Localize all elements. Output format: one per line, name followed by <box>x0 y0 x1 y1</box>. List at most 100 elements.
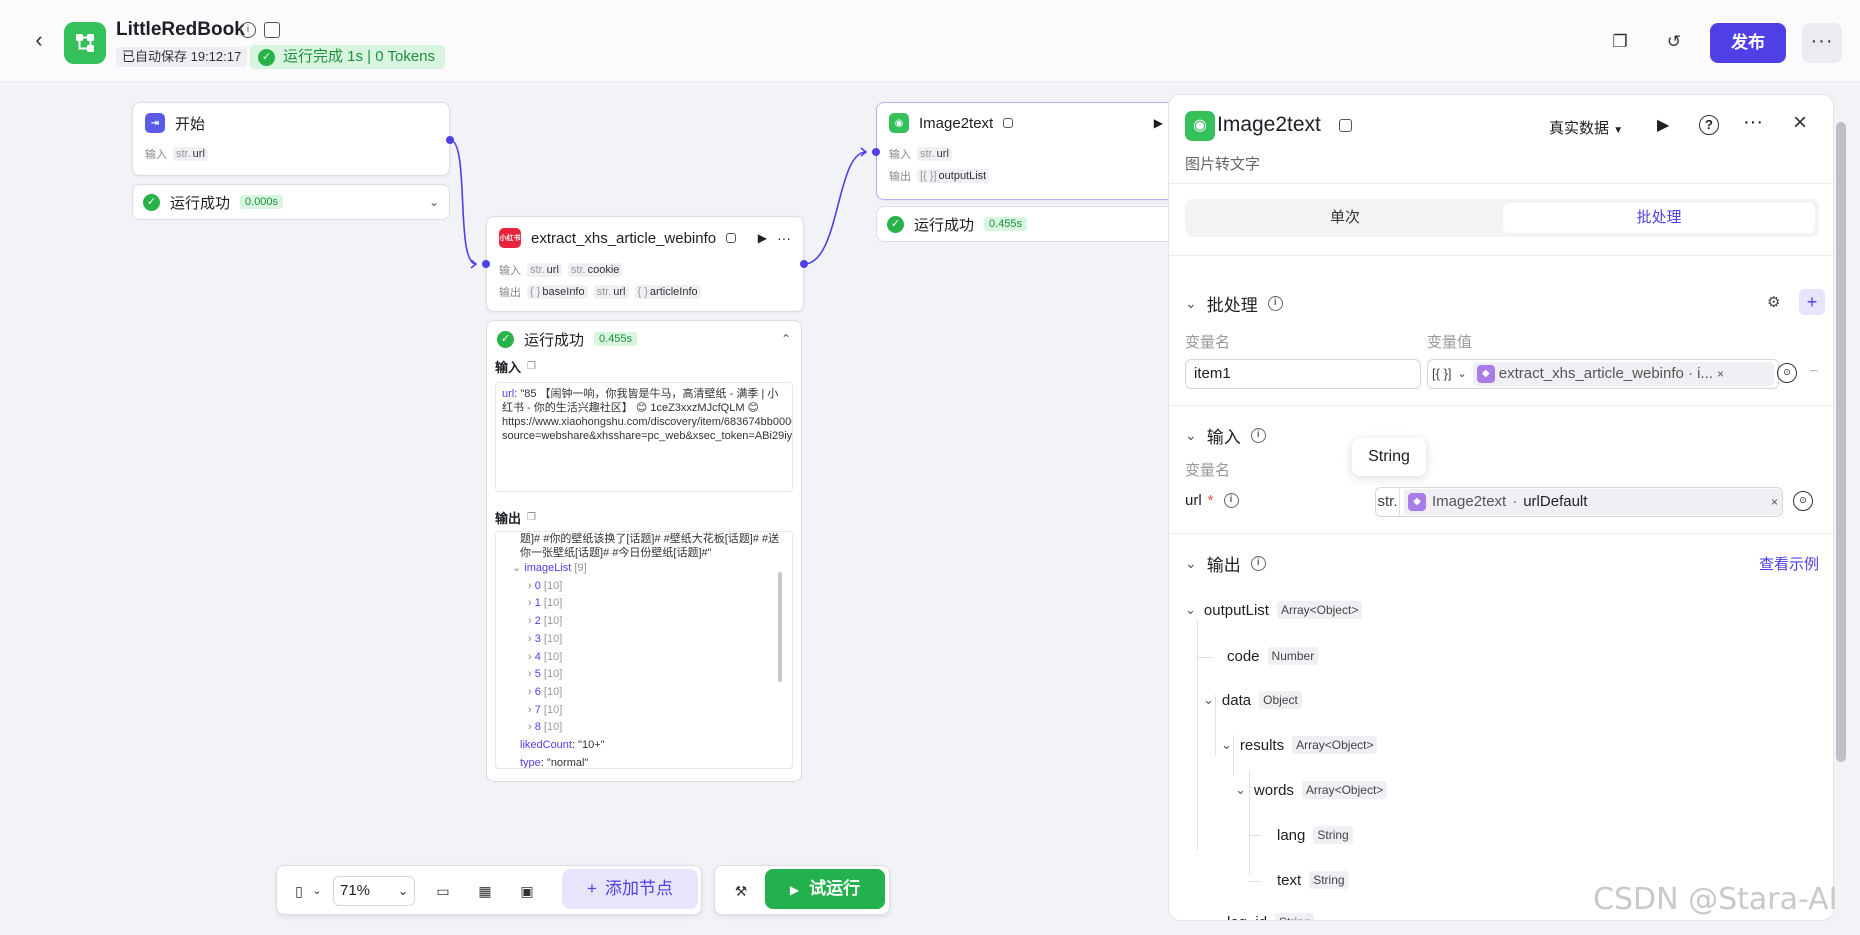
output-port[interactable] <box>800 260 808 268</box>
input-section-header[interactable]: ⌄ 输入 i <box>1185 423 1266 448</box>
batch-section-header[interactable]: ⌄ 批处理 i <box>1185 291 1283 316</box>
test-run-button[interactable]: ▶ 试运行 <box>765 869 885 909</box>
chevron-down-icon[interactable]: ⌄ <box>1221 737 1232 753</box>
status-time: 0.000s <box>240 195 284 209</box>
layout-grid-icon[interactable]: ▦ <box>475 881 495 901</box>
ref-var: urlDefault <box>1523 493 1588 510</box>
chevron-down-icon[interactable]: ⌄ <box>1458 360 1467 388</box>
help-icon[interactable]: ? <box>1699 115 1719 135</box>
section-title: 输入 <box>1206 428 1241 447</box>
section-title: 批处理 <box>1206 296 1258 315</box>
chevron-down-icon[interactable]: ⌄ <box>1185 602 1196 618</box>
status-time: 0.455s <box>594 332 638 346</box>
url-value-input[interactable]: str. ◆ Image2text · urlDefault × <box>1375 487 1783 517</box>
output-name: words <box>1253 781 1294 799</box>
image-list-item[interactable]: › 7 [10] <box>502 702 786 720</box>
image-list-item[interactable]: › 3 [10] <box>502 631 786 649</box>
image-list-item[interactable]: › 1 [10] <box>502 595 786 613</box>
chevron-down-icon[interactable]: ⌄ <box>1235 782 1246 798</box>
chevron-down-icon[interactable]: ⌄ <box>429 195 439 209</box>
output-item-data[interactable]: ⌄ data Object <box>1203 691 1302 709</box>
var-value-label: 变量值 <box>1427 334 1473 351</box>
tab-batch[interactable]: 批处理 <box>1503 203 1815 233</box>
input-json[interactable]: url: "85 【闹钟一响，你我皆是牛马，高清壁纸 - 满季 | 小红书 - … <box>495 382 793 492</box>
input-port[interactable] <box>482 260 490 268</box>
minimap-icon[interactable]: ▣ <box>517 881 537 901</box>
extract-run-result: ✓ 运行成功 0.455s ⌃ 输入 ❐ url: "85 【闹钟一响，你我皆是… <box>486 320 802 782</box>
image-list-item[interactable]: › 5 [10] <box>502 666 786 684</box>
start-node[interactable]: ⇥ 开始 输入 str. url <box>132 102 450 176</box>
settings-icon[interactable]: ⚙ <box>1767 293 1780 311</box>
output-item-outputList[interactable]: ⌄ outputList Array<Object> <box>1185 601 1363 619</box>
output-type: String <box>1275 913 1315 920</box>
variable-picker-icon[interactable]: ⊙ <box>1777 363 1797 383</box>
image-list-item[interactable]: › 0 [10] <box>502 578 786 596</box>
output-name: results <box>1239 736 1285 754</box>
input-port[interactable] <box>872 148 880 156</box>
batch-var-name-input[interactable]: item1 <box>1185 359 1421 389</box>
remove-icon[interactable]: − <box>1809 363 1818 381</box>
image2text-icon: ◉ <box>889 113 909 133</box>
output-item-words[interactable]: ⌄ words Array<Object> <box>1235 781 1388 799</box>
json-key[interactable]: imageList <box>524 562 571 574</box>
comment-icon[interactable]: ▭ <box>433 881 453 901</box>
param-type: [{ }] <box>920 170 937 182</box>
image2text-node[interactable]: ◉ Image2text ▶ 输入 str. url 输出 [{ }] output… <box>876 102 1176 200</box>
play-icon[interactable]: ▶ <box>758 231 767 245</box>
image-list-item[interactable]: › 6 [10] <box>502 684 786 702</box>
output-json[interactable]: 题]# #你的壁纸该换了[话题]# #壁纸大花板[话题]# #送你一张壁纸[话题… <box>495 531 793 769</box>
field-name: url <box>1185 492 1202 509</box>
clear-icon[interactable]: × <box>1771 488 1778 516</box>
zoom-select[interactable]: 71% ⌄ <box>333 876 415 906</box>
info-icon[interactable]: i <box>1267 296 1283 311</box>
info-icon[interactable]: i <box>1250 556 1266 571</box>
info-icon[interactable]: i <box>1250 428 1266 443</box>
output-port[interactable] <box>446 136 454 144</box>
output-item-results[interactable]: ⌄ results Array<Object> <box>1221 736 1378 754</box>
add-variable-button[interactable]: + <box>1799 289 1825 315</box>
play-icon[interactable]: ▶ <box>1154 116 1163 130</box>
data-mode-select[interactable]: 真实数据 ▼ <box>1549 117 1623 138</box>
param-tag: str. url <box>527 263 562 277</box>
type-select[interactable]: str. <box>1376 488 1400 516</box>
play-icon[interactable]: ▶ <box>1657 115 1669 135</box>
node-title: Image2text <box>919 114 994 132</box>
scrollbar[interactable] <box>778 572 782 682</box>
param-name: cookie <box>587 264 620 276</box>
param-type: str. <box>176 148 191 160</box>
batch-var-value-input[interactable]: [{ }] ⌄ ◆ extract_xhs_article_webinfo · … <box>1427 359 1779 389</box>
status-header[interactable]: ✓ 运行成功 0.455s ⌃ <box>487 321 801 357</box>
start-status-bar[interactable]: ✓ 运行成功 0.000s ⌄ <box>132 184 450 220</box>
image-list-item[interactable]: › 8 [10] <box>502 719 786 737</box>
chevron-down-icon: ⌄ <box>1185 427 1197 443</box>
copy-icon[interactable]: ❐ <box>527 361 536 372</box>
type-select[interactable]: [{ }] <box>1432 360 1452 388</box>
add-node-button[interactable]: + 添加节点 <box>562 869 698 909</box>
output-section-header[interactable]: ⌄ 输出 i <box>1185 551 1266 576</box>
copy-icon[interactable]: ❐ <box>527 512 536 523</box>
more-icon[interactable]: ··· <box>777 230 791 246</box>
image-list-item[interactable]: › 2 [10] <box>502 613 786 631</box>
chevron-down-icon[interactable]: ⌄ <box>1203 692 1214 708</box>
var-name-label: 变量名 <box>1185 334 1231 351</box>
output-type: Array<Object> <box>1292 736 1378 754</box>
mouse-mode-icon[interactable]: ▯ <box>289 881 309 901</box>
view-example-link[interactable]: 查看示例 <box>1759 553 1819 574</box>
chevron-down-icon[interactable]: ⌄ <box>307 881 327 901</box>
wrench-icon[interactable]: ⚒ <box>731 881 751 901</box>
extract-node[interactable]: 小红书 extract_xhs_article_webinfo ▶ ··· 输入… <box>486 216 804 312</box>
tab-single[interactable]: 单次 <box>1189 203 1501 233</box>
clear-icon[interactable]: × <box>1717 362 1724 386</box>
chevron-up-icon[interactable]: ⌃ <box>781 332 791 346</box>
info-icon[interactable]: i <box>1223 493 1239 508</box>
more-icon[interactable]: ··· <box>1743 111 1763 134</box>
panel-scrollbar[interactable] <box>1836 122 1846 762</box>
param-type: { } <box>637 286 648 298</box>
type-tooltip: String <box>1352 438 1426 476</box>
variable-picker-icon[interactable]: ⊙ <box>1793 491 1813 511</box>
image-list-item[interactable]: › 4 [10] <box>502 649 786 667</box>
param-type: { } <box>530 286 541 298</box>
image2text-status-bar[interactable]: ✓ 运行成功 0.455s <box>876 206 1176 242</box>
close-icon[interactable]: × <box>1793 109 1807 137</box>
param-tag: { } articleInfo <box>634 285 701 299</box>
